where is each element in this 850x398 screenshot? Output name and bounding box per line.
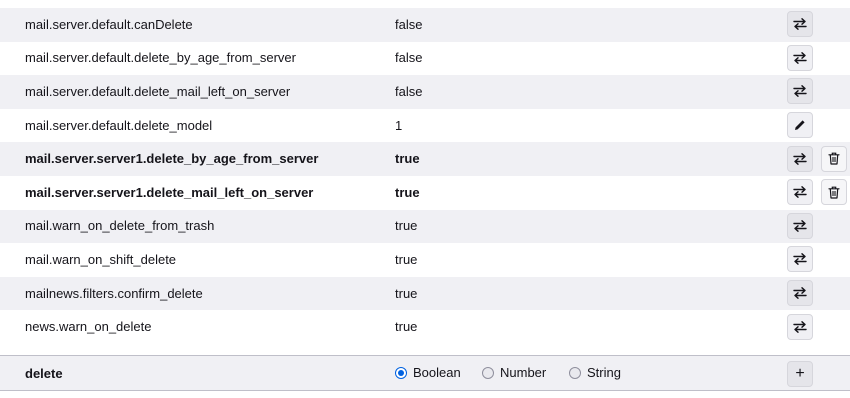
toggle-arrows-icon xyxy=(793,219,807,232)
trash-icon xyxy=(828,186,840,199)
pref-name: mail.server.default.canDelete xyxy=(25,16,193,32)
toggle-arrows-icon xyxy=(793,287,807,299)
toggle-button[interactable] xyxy=(787,246,813,273)
edit-button[interactable] xyxy=(787,112,813,139)
pref-row[interactable]: mail.warn_on_shift_delete true xyxy=(0,243,850,277)
pref-row[interactable]: mail.server.default.delete_mail_left_on_… xyxy=(0,75,850,109)
pref-value: true xyxy=(395,218,418,234)
type-label-number: Number xyxy=(500,365,547,380)
pref-row[interactable]: mail.server.default.canDelete false xyxy=(0,8,850,42)
toggle-arrows-icon xyxy=(793,51,807,64)
pencil-icon xyxy=(794,119,806,131)
type-label-string: String xyxy=(587,365,621,380)
add-pref-button[interactable]: + xyxy=(787,361,813,387)
pref-row[interactable]: mail.server.server1.delete_by_age_from_s… xyxy=(0,142,850,176)
toggle-button[interactable] xyxy=(787,179,813,206)
type-radio-string[interactable]: String xyxy=(569,365,621,380)
toggle-button[interactable] xyxy=(787,44,813,71)
pref-name: mailnews.filters.confirm_delete xyxy=(25,285,203,301)
radio-dot[interactable] xyxy=(482,366,494,379)
pref-name: mail.warn_on_delete_from_trash xyxy=(25,218,215,234)
type-label-boolean: Boolean xyxy=(413,365,461,380)
pref-row[interactable]: mailnews.filters.confirm_delete true xyxy=(0,276,850,311)
type-radio-boolean[interactable]: Boolean xyxy=(395,365,461,380)
pref-name: mail.server.default.delete_by_age_from_s… xyxy=(25,50,296,66)
pref-row[interactable]: mail.warn_on_delete_from_trash true xyxy=(0,209,850,244)
toggle-arrows-icon xyxy=(793,253,807,266)
toggle-button[interactable] xyxy=(787,145,813,172)
pref-value: true xyxy=(395,184,420,200)
reset-button[interactable] xyxy=(821,179,847,206)
pref-value: true xyxy=(395,319,418,335)
pref-name: mail.server.default.delete_mail_left_on_… xyxy=(25,83,291,99)
pref-value: 1 xyxy=(395,117,403,133)
trash-icon xyxy=(828,152,840,165)
add-pref-row: delete Boolean Number String + xyxy=(0,355,850,391)
toggle-arrows-icon xyxy=(793,152,807,165)
pref-name: mail.server.server1.delete_by_age_from_s… xyxy=(25,151,319,167)
toggle-button[interactable] xyxy=(787,280,813,307)
radio-dot[interactable] xyxy=(569,366,581,379)
pref-value: false xyxy=(395,83,423,99)
toggle-button[interactable] xyxy=(787,78,813,105)
type-radio-number[interactable]: Number xyxy=(482,365,546,380)
pref-row[interactable]: mail.server.server1.delete_mail_left_on_… xyxy=(0,175,850,210)
toggle-arrows-icon xyxy=(793,320,807,333)
toggle-arrows-icon xyxy=(793,85,807,98)
plus-icon: + xyxy=(795,365,805,382)
prefs-table: mail.server.default.canDelete false mail.s… xyxy=(0,8,850,344)
pref-value: true xyxy=(395,251,418,267)
new-pref-name: delete xyxy=(25,366,63,381)
pref-name: news.warn_on_delete xyxy=(25,319,152,335)
pref-name: mail.server.server1.delete_mail_left_on_… xyxy=(25,184,314,200)
toggle-button[interactable] xyxy=(787,313,813,340)
pref-row[interactable]: mail.server.default.delete_by_age_from_s… xyxy=(0,41,850,76)
pref-value: false xyxy=(395,16,423,32)
toggle-arrows-icon xyxy=(793,18,807,31)
toggle-arrows-icon xyxy=(793,186,807,199)
pref-name: mail.warn_on_shift_delete xyxy=(25,251,177,267)
pref-value: true xyxy=(395,151,420,167)
pref-value: false xyxy=(395,50,423,66)
pref-row[interactable]: mail.server.default.delete_model 1 xyxy=(0,108,850,143)
radio-dot[interactable] xyxy=(395,366,407,379)
toggle-button[interactable] xyxy=(787,212,813,239)
pref-row[interactable]: news.warn_on_delete true xyxy=(0,310,850,344)
pref-name: mail.server.default.delete_model xyxy=(25,117,213,133)
toggle-button[interactable] xyxy=(787,11,813,38)
pref-value: true xyxy=(395,285,418,301)
reset-button[interactable] xyxy=(821,145,847,172)
